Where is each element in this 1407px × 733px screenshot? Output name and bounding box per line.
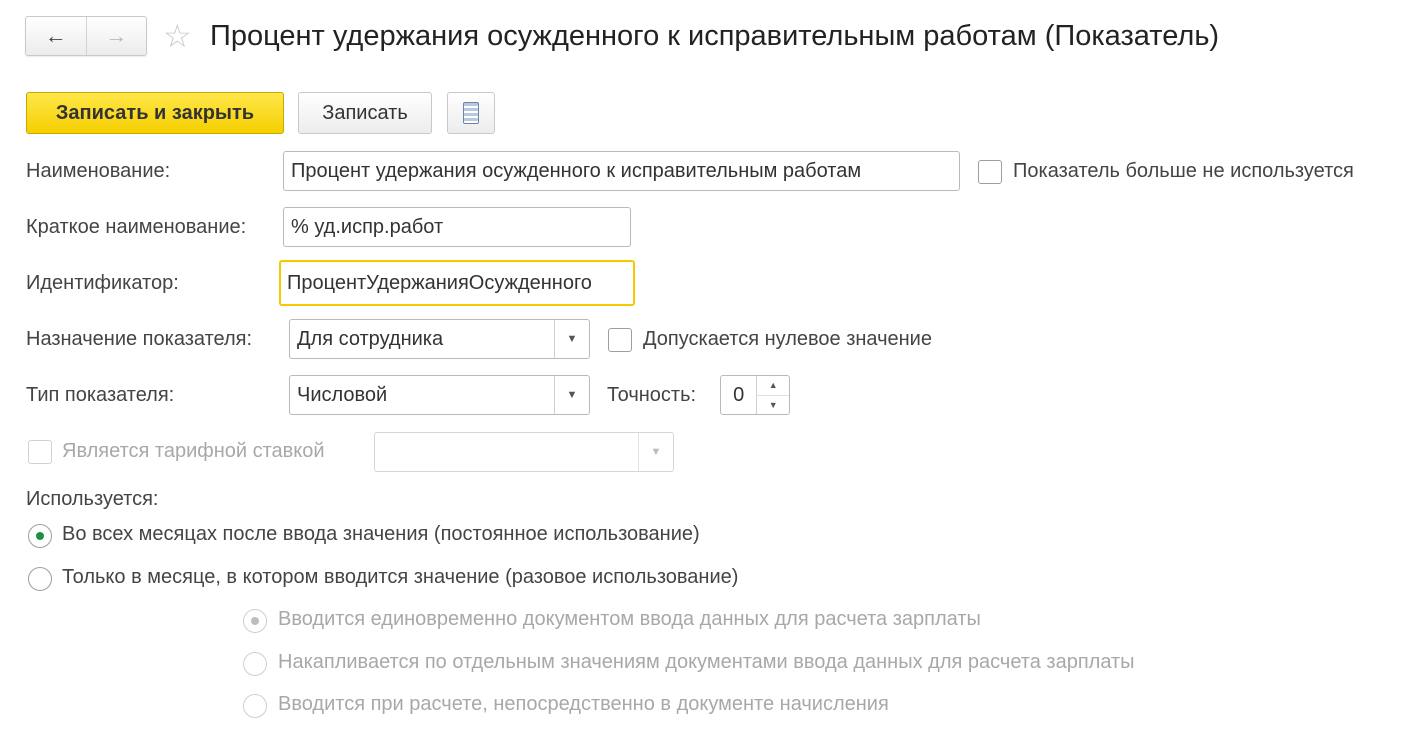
- entry-option-label: Накапливается по отдельным значениям док…: [278, 651, 1135, 673]
- used-label: Используется:: [26, 488, 159, 510]
- back-button[interactable]: ←: [26, 17, 87, 55]
- purpose-label: Назначение показателя:: [26, 328, 253, 350]
- identifier-input[interactable]: ПроцентУдержанияОсужденного: [279, 260, 635, 306]
- entry-radio-accumulated[interactable]: [243, 652, 267, 676]
- usage-option-label: Во всех месяцах после ввода значения (по…: [62, 523, 700, 545]
- entry-radio-calculation[interactable]: [243, 694, 267, 718]
- usage-radio-one-time[interactable]: [28, 567, 52, 591]
- tariff-checkbox[interactable]: [28, 440, 52, 464]
- not-used-checkbox[interactable]: [978, 160, 1002, 184]
- dropdown-arrow-icon[interactable]: ▼: [638, 433, 673, 471]
- identifier-label: Идентификатор:: [26, 272, 179, 294]
- entry-radio-single[interactable]: [243, 609, 267, 633]
- type-value: Числовой: [297, 383, 388, 406]
- usage-option-label: Только в месяце, в котором вводится знач…: [62, 566, 739, 588]
- document-list-icon: [463, 102, 479, 124]
- decrement-icon[interactable]: ▼: [757, 396, 789, 415]
- save-button[interactable]: Записать: [298, 92, 432, 134]
- type-select[interactable]: Числовой ▼: [289, 375, 590, 415]
- navigation-group: ← →: [25, 16, 147, 56]
- report-button[interactable]: [447, 92, 495, 134]
- precision-stepper[interactable]: 0 ▲ ▼: [720, 375, 790, 415]
- entry-option-label: Вводится при расчете, непосредственно в …: [278, 693, 889, 715]
- arrow-right-icon: →: [105, 23, 128, 48]
- type-label: Тип показателя:: [26, 384, 175, 406]
- purpose-select[interactable]: Для сотрудника ▼: [289, 319, 590, 359]
- not-used-label: Показатель больше не используется: [1013, 160, 1354, 182]
- usage-radio-permanent[interactable]: [28, 524, 52, 548]
- page-title: Процент удержания осужденного к исправит…: [210, 20, 1220, 52]
- tariff-label: Является тарифной ставкой: [62, 440, 325, 462]
- save-and-close-button[interactable]: Записать и закрыть: [26, 92, 284, 134]
- zero-allowed-label: Допускается нулевое значение: [643, 328, 932, 350]
- precision-label: Точность:: [607, 384, 697, 406]
- name-input[interactable]: Процент удержания осужденного к исправит…: [283, 151, 960, 191]
- tariff-value: [375, 433, 638, 471]
- zero-allowed-checkbox[interactable]: [608, 328, 632, 352]
- precision-value[interactable]: 0: [721, 376, 756, 414]
- short-name-input[interactable]: % уд.испр.работ: [283, 207, 631, 247]
- radio-selected-dot: [251, 617, 259, 625]
- purpose-value: Для сотрудника: [297, 327, 444, 350]
- increment-icon[interactable]: ▲: [757, 376, 789, 396]
- entry-option-label: Вводится единовременно документом ввода …: [278, 608, 981, 630]
- arrow-left-icon: ←: [44, 23, 67, 48]
- radio-selected-dot: [36, 532, 44, 540]
- name-label: Наименование:: [26, 160, 171, 182]
- dropdown-arrow-icon[interactable]: ▼: [554, 376, 589, 414]
- short-name-label: Краткое наименование:: [26, 216, 247, 238]
- forward-button[interactable]: →: [87, 17, 147, 55]
- dropdown-arrow-icon[interactable]: ▼: [554, 320, 589, 358]
- tariff-select[interactable]: ▼: [374, 432, 674, 472]
- star-icon[interactable]: ☆: [163, 18, 192, 54]
